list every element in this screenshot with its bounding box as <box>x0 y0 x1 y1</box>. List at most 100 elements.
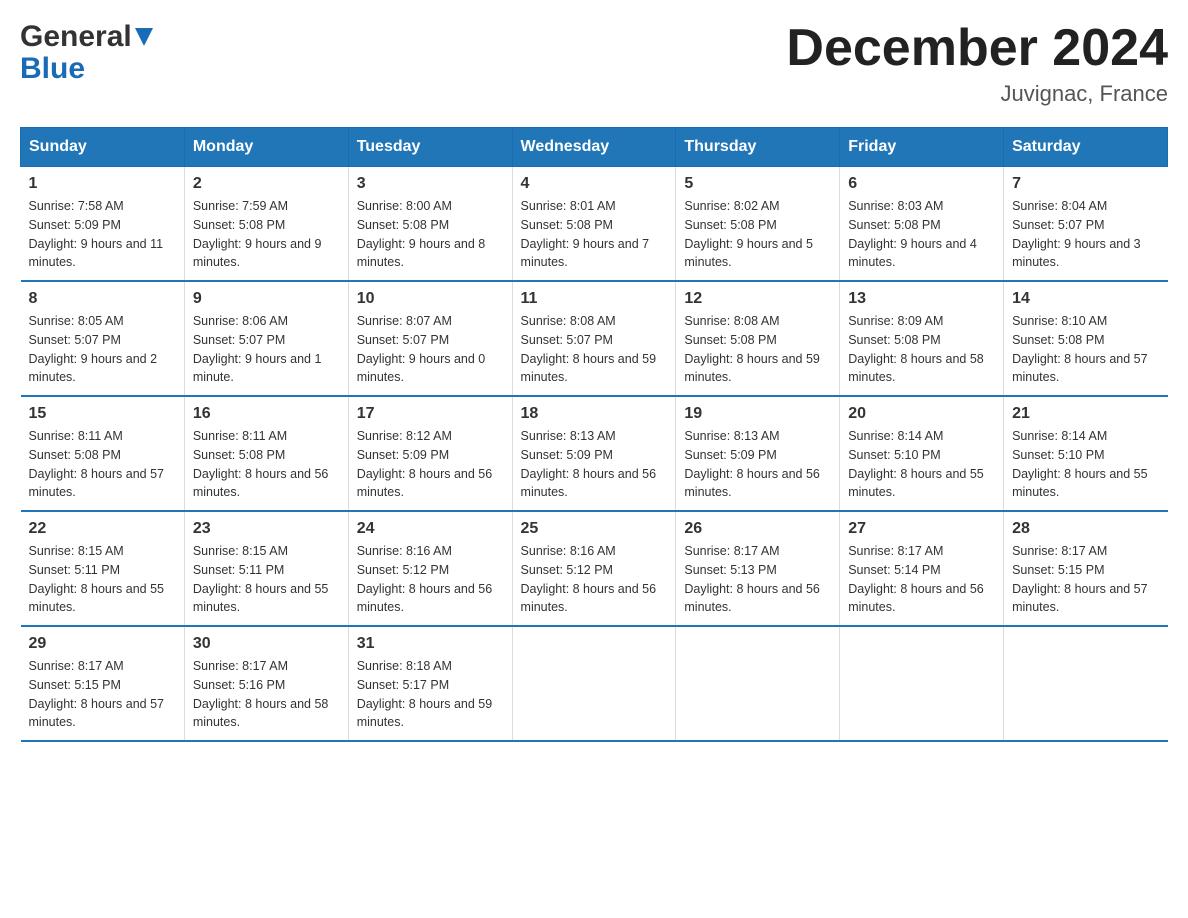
calendar-cell: 26 Sunrise: 8:17 AMSunset: 5:13 PMDayligh… <box>676 511 840 626</box>
day-number: 24 <box>357 520 504 538</box>
calendar-cell: 3Sunrise: 8:00 AMSunset: 5:08 PMDaylight… <box>348 167 512 282</box>
calendar-cell: 5 Sunrise: 8:02 AMSunset: 5:08 PMDaylight… <box>676 167 840 282</box>
day-info: Sunrise: 8:03 AMSunset: 5:08 PMDaylight:… <box>848 197 995 272</box>
day-number: 4 <box>521 175 668 193</box>
day-number: 16 <box>193 405 340 423</box>
calendar-header-tuesday: Tuesday <box>348 128 512 167</box>
day-info: Sunrise: 8:14 AMSunset: 5:10 PMDaylight:… <box>848 427 995 502</box>
day-number: 6 <box>848 175 995 193</box>
day-info: Sunrise: 8:09 AMSunset: 5:08 PMDaylight:… <box>848 312 995 387</box>
calendar-cell: 15 Sunrise: 8:11 AMSunset: 5:08 PMDayligh… <box>21 396 185 511</box>
day-info: Sunrise: 8:07 AMSunset: 5:07 PMDaylight:… <box>357 312 504 387</box>
logo-triangle-icon <box>135 28 153 51</box>
calendar-week-row: 15 Sunrise: 8:11 AMSunset: 5:08 PMDayligh… <box>21 396 1168 511</box>
calendar-cell <box>512 626 676 741</box>
calendar-week-row: 22 Sunrise: 8:15 AMSunset: 5:11 PMDayligh… <box>21 511 1168 626</box>
day-number: 28 <box>1012 520 1159 538</box>
day-info: Sunrise: 8:08 AMSunset: 5:08 PMDaylight:… <box>684 312 831 387</box>
calendar-header-row: SundayMondayTuesdayWednesdayThursdayFrid… <box>21 128 1168 167</box>
calendar-cell: 24Sunrise: 8:16 AMSunset: 5:12 PMDayligh… <box>348 511 512 626</box>
day-number: 3 <box>357 175 504 193</box>
calendar-cell: 4Sunrise: 8:01 AMSunset: 5:08 PMDaylight… <box>512 167 676 282</box>
day-number: 13 <box>848 290 995 308</box>
day-number: 26 <box>684 520 831 538</box>
calendar-cell <box>1004 626 1168 741</box>
day-number: 11 <box>521 290 668 308</box>
day-info: Sunrise: 8:15 AMSunset: 5:11 PMDaylight:… <box>29 542 176 617</box>
calendar-week-row: 29Sunrise: 8:17 AMSunset: 5:15 PMDayligh… <box>21 626 1168 741</box>
day-number: 7 <box>1012 175 1159 193</box>
day-number: 8 <box>29 290 176 308</box>
calendar-header-thursday: Thursday <box>676 128 840 167</box>
day-info: Sunrise: 8:08 AMSunset: 5:07 PMDaylight:… <box>521 312 668 387</box>
day-number: 9 <box>193 290 340 308</box>
day-info: Sunrise: 8:11 AMSunset: 5:08 PMDaylight:… <box>193 427 340 502</box>
calendar-cell: 2 Sunrise: 7:59 AMSunset: 5:08 PMDaylight… <box>184 167 348 282</box>
calendar-cell: 25 Sunrise: 8:16 AMSunset: 5:12 PMDayligh… <box>512 511 676 626</box>
day-info: Sunrise: 8:18 AMSunset: 5:17 PMDaylight:… <box>357 657 504 732</box>
day-number: 17 <box>357 405 504 423</box>
day-info: Sunrise: 8:14 AMSunset: 5:10 PMDaylight:… <box>1012 427 1159 502</box>
calendar-cell: 17 Sunrise: 8:12 AMSunset: 5:09 PMDayligh… <box>348 396 512 511</box>
day-info: Sunrise: 8:16 AMSunset: 5:12 PMDaylight:… <box>521 542 668 617</box>
calendar-cell: 7 Sunrise: 8:04 AMSunset: 5:07 PMDaylight… <box>1004 167 1168 282</box>
day-number: 12 <box>684 290 831 308</box>
calendar-cell: 11 Sunrise: 8:08 AMSunset: 5:07 PMDayligh… <box>512 281 676 396</box>
calendar-cell: 14Sunrise: 8:10 AMSunset: 5:08 PMDayligh… <box>1004 281 1168 396</box>
calendar-cell: 19Sunrise: 8:13 AMSunset: 5:09 PMDayligh… <box>676 396 840 511</box>
logo-blue-text: Blue <box>20 54 153 84</box>
day-info: Sunrise: 8:11 AMSunset: 5:08 PMDaylight:… <box>29 427 176 502</box>
location-text: Juvignac, France <box>786 81 1168 107</box>
day-number: 15 <box>29 405 176 423</box>
calendar-table: SundayMondayTuesdayWednesdayThursdayFrid… <box>20 127 1168 742</box>
day-number: 20 <box>848 405 995 423</box>
day-info: Sunrise: 7:59 AMSunset: 5:08 PMDaylight:… <box>193 197 340 272</box>
calendar-week-row: 8 Sunrise: 8:05 AMSunset: 5:07 PMDaylight… <box>21 281 1168 396</box>
day-number: 25 <box>521 520 668 538</box>
calendar-cell: 30 Sunrise: 8:17 AMSunset: 5:16 PMDayligh… <box>184 626 348 741</box>
day-info: Sunrise: 8:04 AMSunset: 5:07 PMDaylight:… <box>1012 197 1159 272</box>
calendar-cell: 31 Sunrise: 8:18 AMSunset: 5:17 PMDayligh… <box>348 626 512 741</box>
calendar-cell: 10 Sunrise: 8:07 AMSunset: 5:07 PMDayligh… <box>348 281 512 396</box>
day-info: Sunrise: 8:02 AMSunset: 5:08 PMDaylight:… <box>684 197 831 272</box>
day-info: Sunrise: 8:17 AMSunset: 5:13 PMDaylight:… <box>684 542 831 617</box>
day-number: 2 <box>193 175 340 193</box>
day-info: Sunrise: 8:05 AMSunset: 5:07 PMDaylight:… <box>29 312 176 387</box>
day-info: Sunrise: 8:17 AMSunset: 5:15 PMDaylight:… <box>1012 542 1159 617</box>
calendar-cell: 9Sunrise: 8:06 AMSunset: 5:07 PMDaylight… <box>184 281 348 396</box>
calendar-cell: 27Sunrise: 8:17 AMSunset: 5:14 PMDayligh… <box>840 511 1004 626</box>
day-info: Sunrise: 8:17 AMSunset: 5:16 PMDaylight:… <box>193 657 340 732</box>
calendar-header-saturday: Saturday <box>1004 128 1168 167</box>
day-number: 22 <box>29 520 176 538</box>
calendar-header-sunday: Sunday <box>21 128 185 167</box>
day-number: 18 <box>521 405 668 423</box>
day-number: 5 <box>684 175 831 193</box>
calendar-cell: 21Sunrise: 8:14 AMSunset: 5:10 PMDayligh… <box>1004 396 1168 511</box>
day-number: 30 <box>193 635 340 653</box>
calendar-cell: 8 Sunrise: 8:05 AMSunset: 5:07 PMDaylight… <box>21 281 185 396</box>
calendar-cell: 1Sunrise: 7:58 AMSunset: 5:09 PMDaylight… <box>21 167 185 282</box>
calendar-cell <box>676 626 840 741</box>
day-info: Sunrise: 8:13 AMSunset: 5:09 PMDaylight:… <box>521 427 668 502</box>
calendar-cell: 20 Sunrise: 8:14 AMSunset: 5:10 PMDayligh… <box>840 396 1004 511</box>
calendar-week-row: 1Sunrise: 7:58 AMSunset: 5:09 PMDaylight… <box>21 167 1168 282</box>
day-info: Sunrise: 8:17 AMSunset: 5:15 PMDaylight:… <box>29 657 176 732</box>
calendar-cell: 23 Sunrise: 8:15 AMSunset: 5:11 PMDayligh… <box>184 511 348 626</box>
day-info: Sunrise: 8:15 AMSunset: 5:11 PMDaylight:… <box>193 542 340 617</box>
calendar-cell: 18 Sunrise: 8:13 AMSunset: 5:09 PMDayligh… <box>512 396 676 511</box>
calendar-header-friday: Friday <box>840 128 1004 167</box>
calendar-cell: 22 Sunrise: 8:15 AMSunset: 5:11 PMDayligh… <box>21 511 185 626</box>
calendar-header-monday: Monday <box>184 128 348 167</box>
calendar-header-wednesday: Wednesday <box>512 128 676 167</box>
calendar-cell <box>840 626 1004 741</box>
calendar-cell: 12 Sunrise: 8:08 AMSunset: 5:08 PMDayligh… <box>676 281 840 396</box>
month-title: December 2024 <box>786 20 1168 77</box>
calendar-cell: 6 Sunrise: 8:03 AMSunset: 5:08 PMDaylight… <box>840 167 1004 282</box>
day-number: 19 <box>684 405 831 423</box>
day-number: 10 <box>357 290 504 308</box>
day-number: 27 <box>848 520 995 538</box>
day-info: Sunrise: 8:12 AMSunset: 5:09 PMDaylight:… <box>357 427 504 502</box>
day-number: 31 <box>357 635 504 653</box>
day-number: 23 <box>193 520 340 538</box>
logo-general-text: General <box>20 20 132 54</box>
